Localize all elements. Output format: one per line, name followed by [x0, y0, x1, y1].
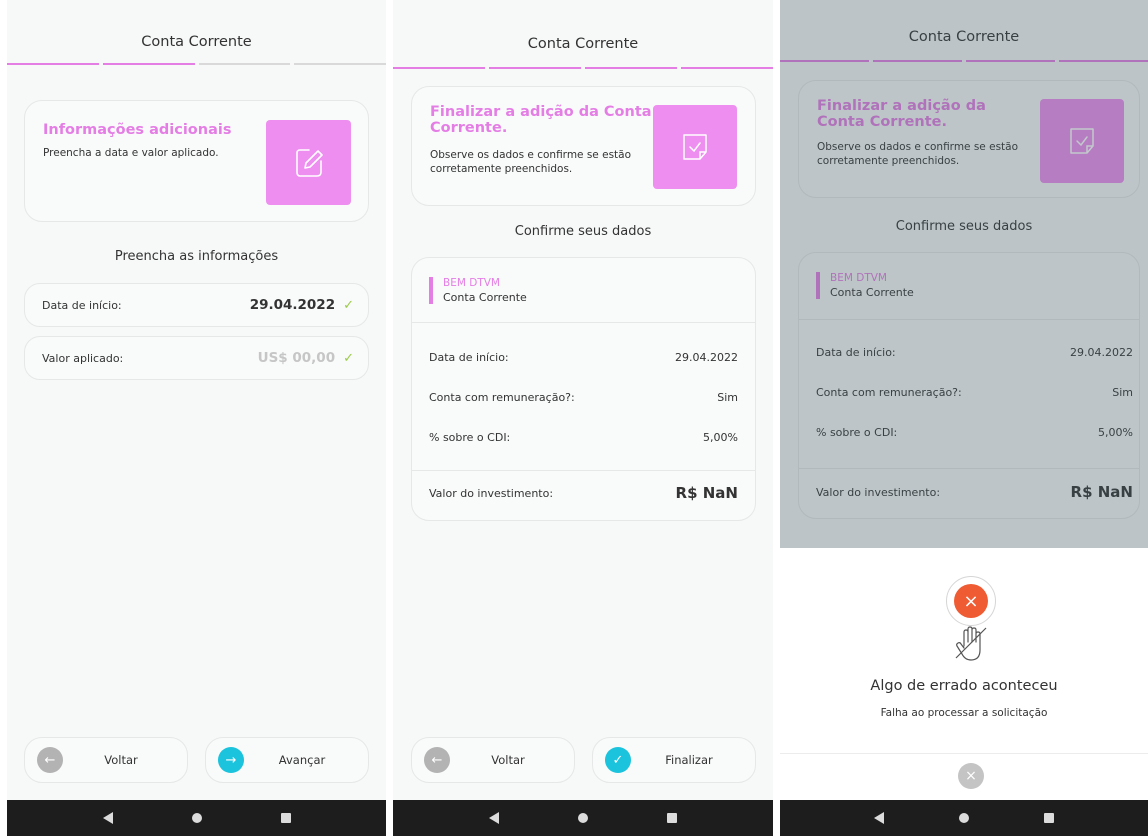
screen-additional-info: Conta Corrente Informações adicionais Pr… [7, 0, 386, 836]
card-title: Finalizar a adição da Conta Corrente. [430, 104, 652, 136]
arrow-left-icon: ← [424, 747, 450, 773]
row-label: Data de início: [429, 351, 509, 364]
field-label: Data de início: [42, 298, 122, 312]
note-check-icon [653, 105, 737, 189]
nav-back-icon[interactable] [873, 812, 884, 824]
nav-home-icon[interactable] [577, 813, 588, 823]
nav-home-icon[interactable] [191, 813, 202, 823]
step-4 [294, 63, 386, 65]
section-title: Preencha as informações [114, 249, 279, 264]
modal-backdrop[interactable] [780, 0, 1148, 548]
edit-note-icon [266, 120, 351, 205]
row-label: % sobre o CDI: [429, 431, 511, 444]
nav-recent-icon[interactable] [667, 813, 678, 823]
back-button[interactable]: ← Voltar [411, 737, 575, 783]
screen-error: Conta Corrente Finalizar a adição da Con… [780, 0, 1148, 836]
close-icon[interactable]: × [958, 763, 984, 789]
institution-name: BEM DTVM [443, 277, 500, 289]
row-value: 29.04.2022 [675, 351, 738, 364]
error-x-icon: × [954, 584, 988, 618]
error-message: Falha ao processar a solicitação [880, 707, 1048, 719]
summary-row: Data de início: 29.04.2022 [429, 351, 738, 364]
android-navbar [780, 800, 1148, 836]
card-title: Informações adicionais [43, 122, 232, 138]
screen-confirm-data: Conta Corrente Finalizar a adição da Con… [393, 0, 773, 836]
error-title: Algo de errado aconteceu [870, 678, 1058, 694]
check-circle-icon: ✓ [605, 747, 631, 773]
step-3 [585, 67, 677, 69]
nav-recent-icon[interactable] [1044, 813, 1055, 823]
summary-row: Conta com remuneração?: Sim [429, 391, 738, 404]
step-1 [393, 67, 485, 69]
total-value: R$ NaN [675, 484, 738, 502]
android-navbar [7, 800, 386, 836]
card-description: Preencha a data e valor aplicado. [43, 147, 219, 159]
finalize-card: Finalizar a adição da Conta Corrente. Ob… [411, 86, 756, 206]
info-card: Informações adicionais Preencha a data e… [24, 100, 369, 222]
finish-button[interactable]: ✓ Finalizar [592, 737, 756, 783]
applied-value-placeholder: US$ 00,00 [257, 350, 336, 366]
row-value: Sim [717, 391, 738, 404]
arrow-left-icon: ← [37, 747, 63, 773]
divider [412, 322, 755, 323]
back-button[interactable]: ← Voltar [24, 737, 188, 783]
summary-card: BEM DTVM Conta Corrente Data de início: … [411, 257, 756, 521]
check-icon: ✓ [343, 350, 354, 366]
row-label: Conta com remuneração?: [429, 391, 575, 404]
divider [412, 470, 755, 471]
step-2 [102, 63, 195, 65]
step-1 [7, 63, 99, 65]
total-label: Valor do investimento: [429, 486, 554, 500]
applied-value-field[interactable]: Valor aplicado: US$ 00,00 ✓ [24, 336, 369, 380]
account-type: Conta Corrente [443, 291, 527, 304]
card-description: Observe os dados e confirme se estão cor… [430, 149, 632, 175]
nav-home-icon[interactable] [958, 813, 969, 823]
error-bottom-sheet: × Algo de errado aconteceu Falha ao proc… [780, 548, 1148, 800]
nav-recent-icon[interactable] [280, 813, 291, 823]
progress-stepper [7, 63, 386, 65]
progress-stepper [393, 67, 773, 69]
total-row: Valor do investimento: R$ NaN [429, 484, 738, 502]
next-button[interactable]: → Avançar [205, 737, 369, 783]
page-title: Conta Corrente [141, 34, 252, 50]
start-date-field[interactable]: Data de início: 29.04.2022 ✓ [24, 283, 369, 327]
field-label: Valor aplicado: [42, 351, 124, 365]
start-date-value: 29.04.2022 [249, 297, 336, 313]
step-2 [489, 67, 581, 69]
android-navbar [393, 800, 773, 836]
step-4 [681, 67, 773, 69]
summary-row: % sobre o CDI: 5,00% [429, 431, 738, 444]
check-icon: ✓ [343, 297, 354, 313]
divider [780, 753, 1148, 754]
arrow-right-icon: → [218, 747, 244, 773]
error-badge: × [946, 576, 996, 626]
page-title: Conta Corrente [527, 36, 639, 52]
hand-icon [955, 626, 987, 661]
nav-back-icon[interactable] [102, 812, 113, 824]
section-title: Confirme seus dados [514, 224, 652, 239]
row-value: 5,00% [703, 431, 738, 444]
step-3 [198, 63, 291, 65]
nav-back-icon[interactable] [488, 812, 499, 824]
institution-block: BEM DTVM Conta Corrente [429, 277, 527, 304]
